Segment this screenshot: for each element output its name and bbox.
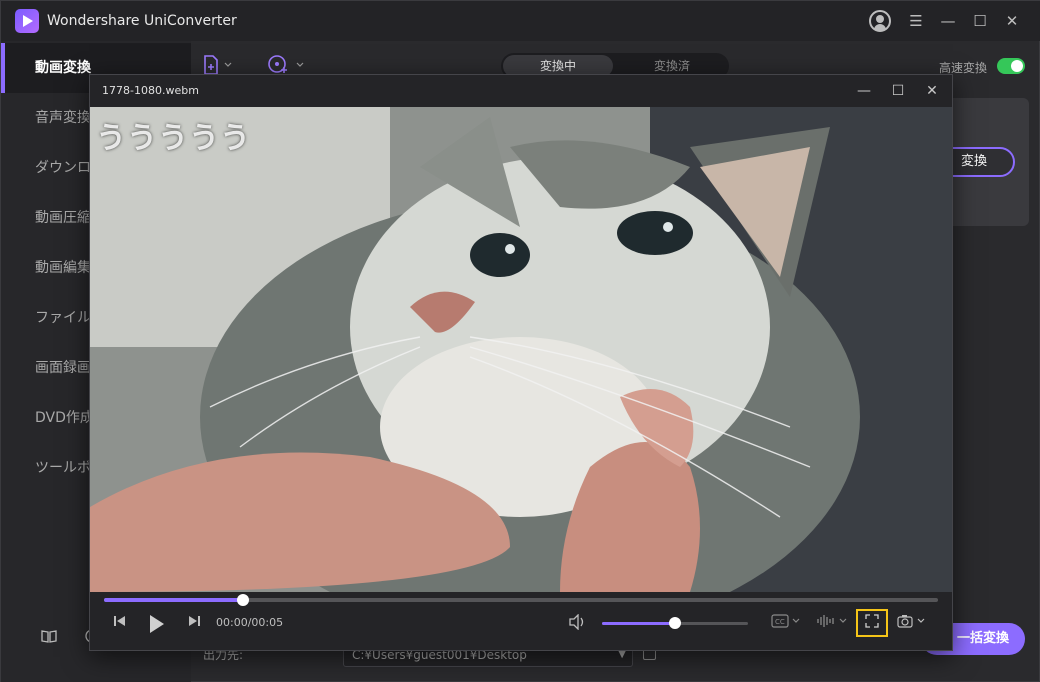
seek-progress [104,598,244,602]
play-icon[interactable] [146,614,168,634]
app-logo-icon [15,9,39,33]
fullscreen-highlight [856,609,888,637]
time-display: 00:00/00:05 [216,616,284,629]
seek-handle[interactable] [237,594,250,606]
svg-text:CC: CC [775,618,785,626]
player-filename: 1778-1080.webm [102,84,199,97]
cat-video-image [90,107,952,592]
player-controls: 00:00/00:05 CC [90,592,952,650]
player-close-icon[interactable]: ✕ [922,81,942,101]
video-player-window: 1778-1080.webm — ☐ ✕ ううううう 00:00/00:05 C… [89,74,953,651]
volume-slider[interactable] [602,617,748,629]
prev-frame-icon[interactable] [110,614,130,634]
maximize-icon[interactable]: ☐ [969,10,991,32]
book-icon[interactable] [41,629,57,647]
volume-handle[interactable] [669,617,681,629]
player-minimize-icon[interactable]: — [854,81,874,101]
camera-icon[interactable] [896,614,930,634]
player-title-bar: 1778-1080.webm — ☐ ✕ [90,75,952,107]
video-frame[interactable]: ううううう [90,107,952,592]
subtitle-overlay-text: ううううう [96,121,251,156]
minimize-icon[interactable]: — [937,10,959,32]
close-icon[interactable]: ✕ [1001,10,1023,32]
audio-track-icon[interactable] [816,614,850,634]
volume-level [602,622,675,625]
seek-bar[interactable] [104,594,938,606]
title-bar: Wondershare UniConverter ☰ — ☐ ✕ [1,1,1040,41]
subtitle-icon[interactable]: CC [770,614,804,634]
fast-convert-toggle[interactable] [997,58,1025,74]
volume-icon[interactable] [566,613,588,634]
app-title: Wondershare UniConverter [47,13,237,29]
player-maximize-icon[interactable]: ☐ [888,81,908,101]
user-account-icon[interactable] [869,10,891,32]
next-frame-icon[interactable] [184,614,204,634]
menu-icon[interactable]: ☰ [905,10,927,32]
